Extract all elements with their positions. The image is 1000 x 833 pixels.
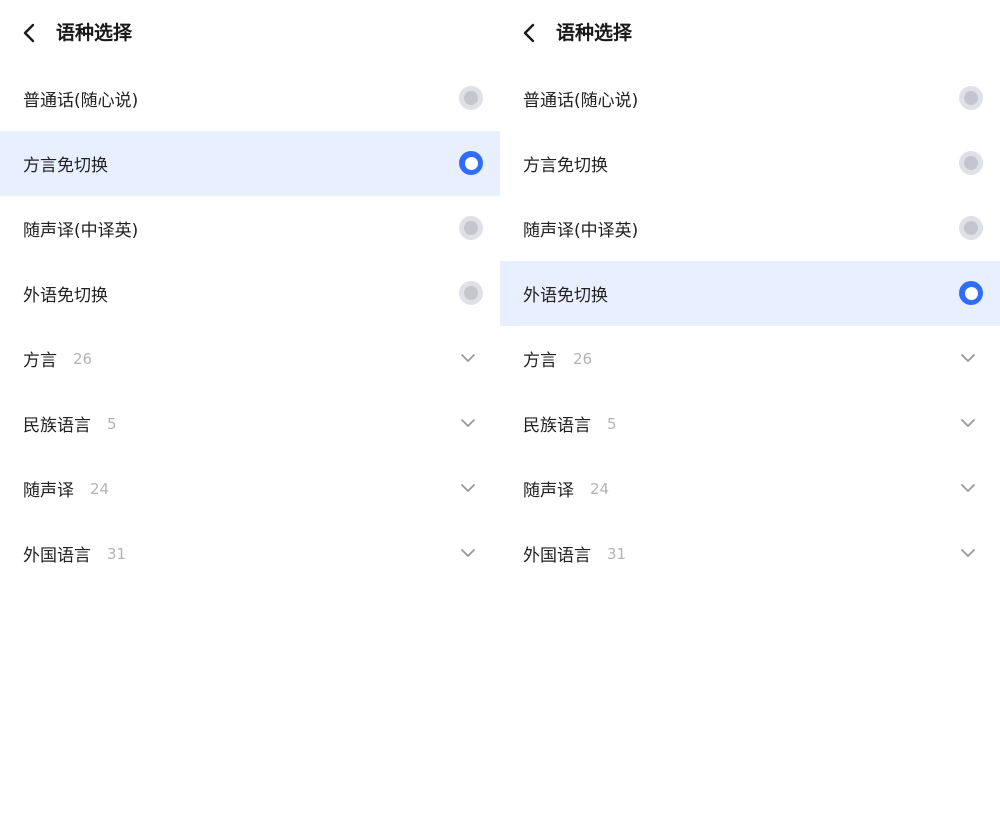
screens-container: 语种选择 普通话(随心说) 方言免切换 随声译(中译英) 外语免切换 方言 26	[0, 0, 1000, 833]
group-row-dialects[interactable]: 方言 26	[0, 326, 500, 391]
chevron-down-icon[interactable]	[960, 480, 976, 496]
option-label: 方言免切换	[523, 156, 608, 176]
option-label: 外语免切换	[523, 286, 608, 306]
radio-button[interactable]	[959, 216, 983, 240]
option-row-dialect-auto[interactable]: 方言免切换	[500, 131, 1000, 196]
option-label: 普通话(随心说)	[523, 91, 639, 111]
group-row-foreign-languages[interactable]: 外国语言 31	[0, 521, 500, 586]
group-row-ethnic-languages[interactable]: 民族语言 5	[0, 391, 500, 456]
option-row-mandarin[interactable]: 普通话(随心说)	[0, 66, 500, 131]
option-label: 方言免切换	[23, 156, 108, 176]
group-row-dialects[interactable]: 方言 26	[500, 326, 1000, 391]
group-row-ethnic-languages[interactable]: 民族语言 5	[500, 391, 1000, 456]
back-button[interactable]	[516, 20, 542, 46]
group-label: 外国语言	[23, 546, 91, 566]
group-row-translate[interactable]: 随声译 24	[0, 456, 500, 521]
option-row-foreign-auto[interactable]: 外语免切换	[0, 261, 500, 326]
chevron-down-icon[interactable]	[460, 415, 476, 431]
group-label: 随声译	[23, 481, 74, 501]
option-row-foreign-auto[interactable]: 外语免切换	[500, 261, 1000, 326]
group-count: 5	[107, 414, 117, 433]
radio-button[interactable]	[459, 216, 483, 240]
chevron-down-icon[interactable]	[460, 350, 476, 366]
group-count: 24	[590, 479, 610, 498]
group-label: 随声译	[523, 481, 574, 501]
radio-button-selected[interactable]	[959, 281, 983, 305]
option-label: 随声译(中译英)	[23, 221, 139, 241]
chevron-down-icon[interactable]	[460, 545, 476, 561]
group-count: 31	[607, 544, 627, 563]
chevron-down-icon[interactable]	[960, 415, 976, 431]
header: 语种选择	[500, 0, 1000, 66]
group-label: 民族语言	[23, 416, 91, 436]
chevron-down-icon[interactable]	[460, 480, 476, 496]
option-label: 随声译(中译英)	[523, 221, 639, 241]
group-label: 民族语言	[523, 416, 591, 436]
radio-button[interactable]	[459, 86, 483, 110]
language-list: 普通话(随心说) 方言免切换 随声译(中译英) 外语免切换 方言 26 民族语言…	[500, 66, 1000, 586]
option-row-dialect-auto[interactable]: 方言免切换	[0, 131, 500, 196]
group-label: 方言	[523, 351, 557, 371]
group-row-foreign-languages[interactable]: 外国语言 31	[500, 521, 1000, 586]
radio-button[interactable]	[959, 151, 983, 175]
group-row-translate[interactable]: 随声译 24	[500, 456, 1000, 521]
group-label: 方言	[23, 351, 57, 371]
group-count: 5	[607, 414, 617, 433]
language-select-screen-1: 语种选择 普通话(随心说) 方言免切换 随声译(中译英) 外语免切换 方言 26	[0, 0, 500, 833]
radio-button-selected[interactable]	[459, 151, 483, 175]
page-title: 语种选择	[56, 22, 133, 44]
group-count: 31	[107, 544, 127, 563]
language-list: 普通话(随心说) 方言免切换 随声译(中译英) 外语免切换 方言 26 民族语言…	[0, 66, 500, 586]
chevron-down-icon[interactable]	[960, 545, 976, 561]
chevron-down-icon[interactable]	[960, 350, 976, 366]
radio-button[interactable]	[959, 86, 983, 110]
chevron-left-icon	[523, 23, 535, 43]
group-count: 26	[73, 349, 93, 368]
option-label: 普通话(随心说)	[23, 91, 139, 111]
page-title: 语种选择	[556, 22, 633, 44]
back-button[interactable]	[16, 20, 42, 46]
language-select-screen-2: 语种选择 普通话(随心说) 方言免切换 随声译(中译英) 外语免切换 方言 26	[500, 0, 1000, 833]
option-row-mandarin[interactable]: 普通话(随心说)	[500, 66, 1000, 131]
header: 语种选择	[0, 0, 500, 66]
group-label: 外国语言	[523, 546, 591, 566]
chevron-left-icon	[23, 23, 35, 43]
option-row-translate-zh-en[interactable]: 随声译(中译英)	[500, 196, 1000, 261]
option-row-translate-zh-en[interactable]: 随声译(中译英)	[0, 196, 500, 261]
group-count: 24	[90, 479, 110, 498]
radio-button[interactable]	[459, 281, 483, 305]
option-label: 外语免切换	[23, 286, 108, 306]
group-count: 26	[573, 349, 593, 368]
